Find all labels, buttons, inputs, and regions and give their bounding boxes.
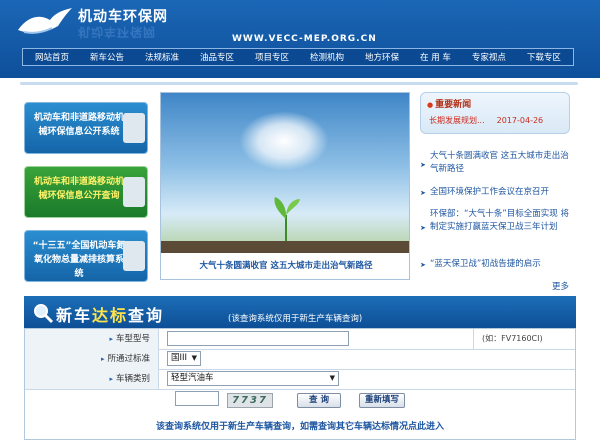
photo-caption[interactable]: 大气十条圆满收官 这五大城市走出治气新路径 [161, 259, 409, 271]
captcha-input[interactable] [175, 391, 219, 406]
site-title[interactable]: 机动车环保网 [78, 6, 168, 26]
bird-logo-icon [18, 8, 72, 34]
nav-item-home[interactable]: 网站首页 [35, 51, 69, 63]
nav-item-regulations[interactable]: 法规标准 [145, 51, 179, 63]
query-form: 车型型号 (如：FV7160CI) 所通过标准 国III▼ 车辆类别 轻型汽油车… [24, 328, 576, 440]
bullet-icon: ➤ [420, 161, 426, 169]
nav-item-downloads[interactable]: 下载专区 [527, 51, 561, 63]
news-header: 重要新闻 长期发展规划... 2017-04-26 [420, 92, 570, 134]
nav-item-test-agencies[interactable]: 检测机构 [310, 51, 344, 63]
nox-reduction-system-link[interactable]: “十三五”全国机动车氮氧化物总量减排核算系统 [24, 230, 148, 282]
model-row: 车型型号 (如：FV7160CI) [25, 329, 575, 350]
important-news: 重要新闻 长期发展规划... 2017-04-26 ➤ 大气十条圆满收官 这五大城… [420, 92, 572, 292]
soil [161, 241, 409, 253]
site-header: 机动车环保网 机动车环保网 WWW.VECC-MEP.ORG.CN 网站首页 新… [0, 0, 600, 78]
news-item[interactable]: ➤ 环保部：“大气十条”目标全面实现 将制定实施打赢蓝天保卫战三年计划 [420, 208, 572, 234]
news-headline-text[interactable]: 长期发展规划... [429, 116, 485, 125]
search-button[interactable]: 查 询 [297, 393, 341, 408]
nav-item-experts[interactable]: 专家视点 [472, 51, 506, 63]
site-title-reflection: 机动车环保网 [78, 25, 157, 39]
vehicle-type-select[interactable]: 轻型汽油车 ▼ [167, 371, 339, 386]
chevron-down-icon: ▼ [329, 374, 335, 382]
magnifier-icon [34, 304, 54, 324]
query-footer-link[interactable]: 该查询系统仅用于新生产车辆查询，如需查询其它车辆达标情况点此进入 [25, 419, 575, 432]
nox-reduction-system-label: “十三五”全国机动车氮氧化物总量减排核算系统 [32, 241, 126, 279]
query-title-bar: 新车达标查询 (该查询系统仅用于新生产车辆查询) [24, 296, 576, 328]
news-item[interactable]: ➤ 全国环境保护工作会议在京召开 [420, 186, 572, 199]
news-item[interactable]: ➤ “蓝天保卫战”初战告捷的启示 [420, 258, 572, 271]
chevron-down-icon: ▼ [191, 354, 197, 362]
nav-item-projects[interactable]: 项目专区 [255, 51, 289, 63]
sunlight [239, 111, 329, 171]
info-disclosure-system-label: 机动车和非道路移动机械环保信息公开系统 [33, 113, 124, 137]
vehicle-icon [123, 113, 145, 143]
vehicle-icon [123, 177, 145, 207]
bullet-icon: ➤ [420, 224, 426, 232]
info-disclosure-system-link[interactable]: 机动车和非道路移动机械环保信息公开系统 [24, 102, 148, 154]
standard-row: 所通过标准 国III▼ [25, 349, 575, 370]
news-headline[interactable]: 长期发展规划... 2017-04-26 [429, 115, 543, 126]
nav-item-fuel[interactable]: 油品专区 [200, 51, 234, 63]
info-disclosure-query-label: 机动车和非道路移动机械环保信息公开查询 [33, 177, 124, 201]
more-news-link[interactable]: 更多 [552, 280, 569, 292]
standard-label: 所通过标准 [25, 349, 159, 369]
vehicle-icon [123, 241, 145, 271]
header-divider [0, 78, 600, 88]
nav-item-new-car-notice[interactable]: 新车公告 [90, 51, 124, 63]
model-hint: (如：FV7160CI) [473, 329, 573, 349]
bullet-icon: ➤ [420, 189, 426, 197]
vehicle-type-row: 车辆类别 轻型汽油车▼ [25, 369, 575, 390]
captcha-image: 7737 [227, 393, 273, 408]
news-headline-date: 2017-04-26 [496, 116, 544, 125]
bullet-icon: ➤ [420, 261, 426, 269]
query-note: (该查询系统仅用于新生产车辆查询) [228, 314, 363, 324]
nav-item-in-use[interactable]: 在 用 车 [420, 51, 451, 63]
featured-photo[interactable]: 大气十条圆满收官 这五大城市走出治气新路径 [160, 92, 410, 280]
site-url: WWW.VECC-MEP.ORG.CN [232, 34, 377, 44]
main-nav: 网站首页 新车公告 法规标准 油品专区 项目专区 检测机构 地方环保 在 用 车… [22, 48, 574, 66]
standard-select[interactable]: 国III ▼ [167, 351, 201, 366]
vehicle-type-label: 车辆类别 [25, 369, 159, 389]
nav-item-local[interactable]: 地方环保 [365, 51, 399, 63]
reset-button[interactable]: 重新填写 [359, 393, 405, 408]
info-disclosure-query-link[interactable]: 机动车和非道路移动机械环保信息公开查询 [24, 166, 148, 218]
model-input[interactable] [167, 331, 349, 346]
news-heading: 重要新闻 [427, 97, 471, 110]
query-title: 新车达标查询 [56, 306, 165, 325]
model-label: 车型型号 [25, 329, 159, 349]
news-item[interactable]: ➤ 大气十条圆满收官 这五大城市走出治气新路径 [420, 150, 572, 176]
sprout-icon [274, 197, 300, 243]
